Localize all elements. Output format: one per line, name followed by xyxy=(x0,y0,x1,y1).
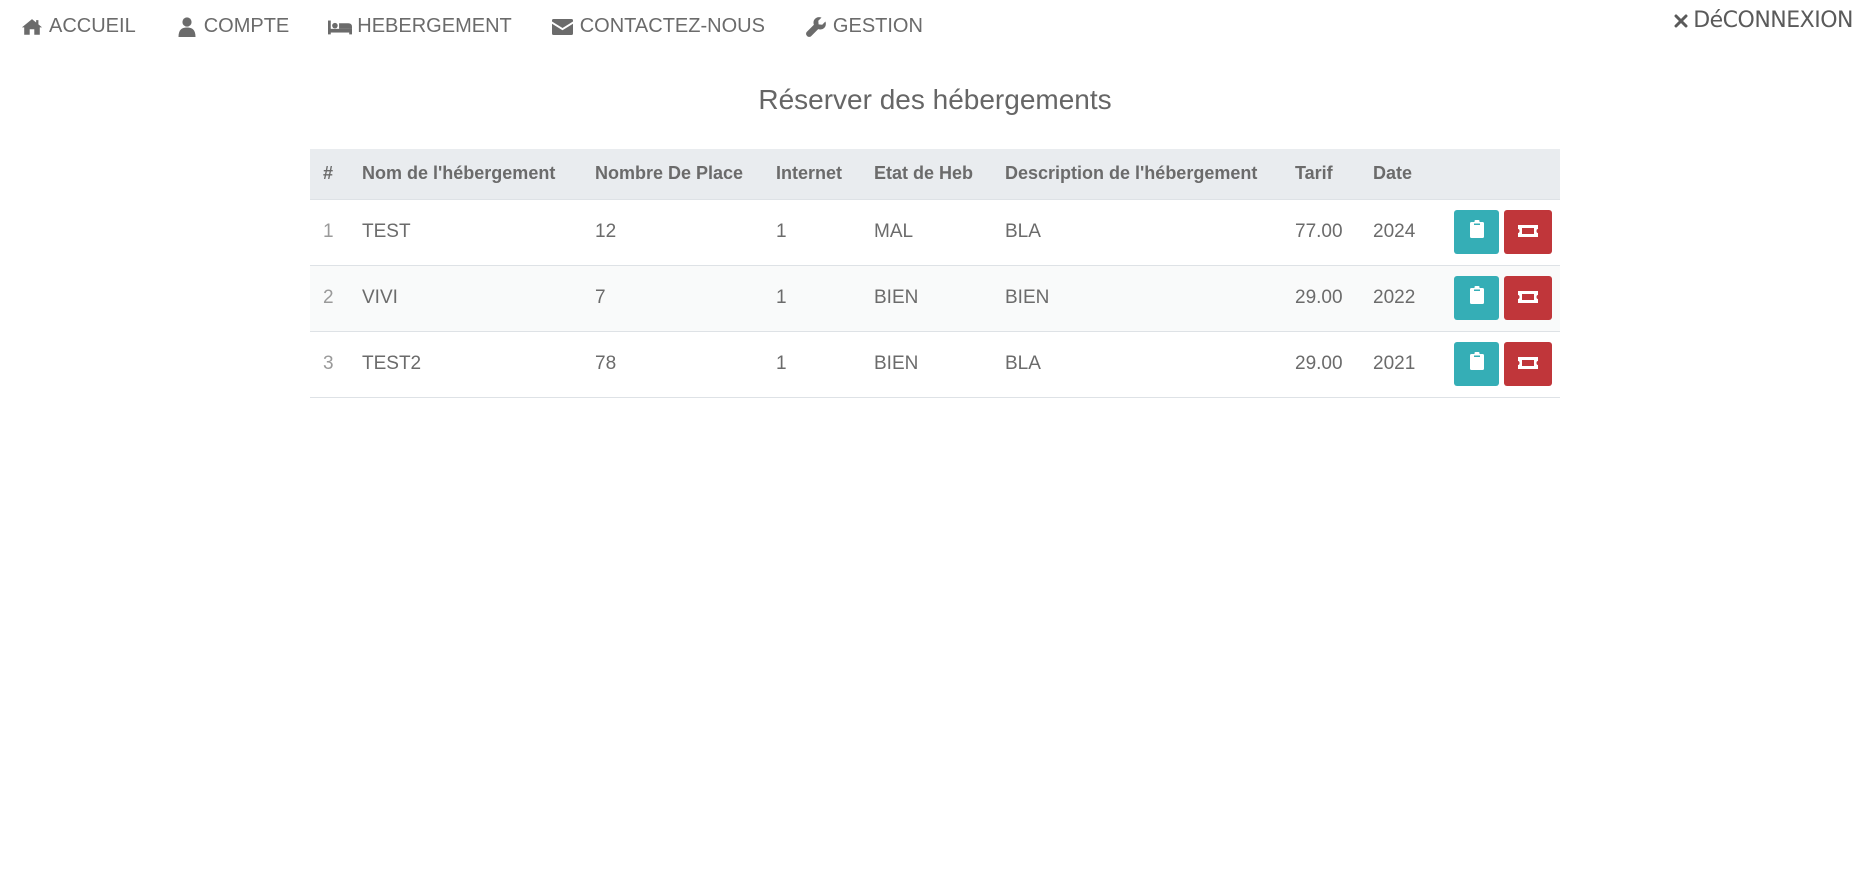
close-icon xyxy=(1672,12,1690,30)
cell-actions xyxy=(1441,331,1560,397)
envelope-icon xyxy=(551,17,575,37)
cell-date: 2022 xyxy=(1373,287,1416,308)
clipboard-icon xyxy=(1469,286,1484,310)
cell-number: 3 xyxy=(323,353,334,374)
column-header-number: # xyxy=(310,149,349,200)
logout-label: DéCONNEXION xyxy=(1693,8,1853,33)
book-button[interactable] xyxy=(1454,210,1499,254)
column-header-internet: Internet xyxy=(763,149,861,200)
nav-item-label: ACCUEIL xyxy=(49,15,136,37)
cell-date: 2024 xyxy=(1373,221,1416,242)
logout-button[interactable]: DéCONNEXION xyxy=(1672,8,1853,33)
nav-item-label: COMPTE xyxy=(203,15,290,37)
column-header-date: Date xyxy=(1360,149,1441,200)
wrench-icon xyxy=(804,16,828,37)
cell-places: 12 xyxy=(595,221,617,242)
cell-number: 1 xyxy=(323,221,334,242)
table-row: 2 VIVI 7 1 BIEN BIEN 29.00 2022 xyxy=(310,265,1560,331)
cell-number: 2 xyxy=(323,287,334,308)
nav-item-accueil[interactable]: ACCUEIL xyxy=(20,15,136,38)
cell-etat: BIEN xyxy=(874,353,919,374)
table-header: # Nom de l'hébergement Nombre De Place I… xyxy=(310,149,1560,200)
top-navigation: ACCUEIL COMPTE HEBERGEMENT CONTACTEZ-NOU… xyxy=(0,0,1870,58)
nav-item-label: GESTION xyxy=(832,15,923,37)
home-icon xyxy=(20,17,44,37)
row-actions xyxy=(1454,342,1560,386)
table-body: 1 TEST 12 1 MAL BLA 77.00 2024 2 VIVI 7 … xyxy=(310,199,1560,397)
cell-name: TEST2 xyxy=(362,353,422,374)
nav-item-label: HEBERGEMENT xyxy=(357,15,512,37)
page-title: Réserver des hébergements xyxy=(758,84,1112,115)
cell-description: BLA xyxy=(1005,353,1041,374)
table-header-row: # Nom de l'hébergement Nombre De Place I… xyxy=(310,149,1560,200)
column-header-places: Nombre De Place xyxy=(582,149,763,200)
nav-item-label: CONTACTEZ-NOUS xyxy=(579,15,765,37)
cell-date: 2021 xyxy=(1373,353,1416,374)
cell-internet: 1 xyxy=(776,287,787,308)
table-row: 1 TEST 12 1 MAL BLA 77.00 2024 xyxy=(310,199,1560,265)
nav-item-gestion[interactable]: GESTION xyxy=(804,15,923,38)
book-button[interactable] xyxy=(1454,342,1499,386)
ticket-icon xyxy=(1518,221,1538,243)
ticket-icon xyxy=(1518,287,1538,309)
bed-icon xyxy=(328,17,353,37)
cell-internet: 1 xyxy=(776,353,787,374)
ticket-icon xyxy=(1518,353,1538,375)
cell-places: 78 xyxy=(595,353,617,374)
cell-places: 7 xyxy=(595,287,606,308)
cell-etat: BIEN xyxy=(874,287,919,308)
column-header-name: Nom de l'hébergement xyxy=(349,149,582,200)
nav-item-compte[interactable]: COMPTE xyxy=(175,15,290,38)
clipboard-icon xyxy=(1469,220,1484,244)
cell-description: BIEN xyxy=(1005,287,1050,308)
cell-actions xyxy=(1441,199,1560,265)
nav-item-contactez-nous[interactable]: CONTACTEZ-NOUS xyxy=(551,15,765,38)
clipboard-icon xyxy=(1469,352,1484,376)
cell-tarif: 77.00 xyxy=(1295,221,1343,242)
cell-name: TEST xyxy=(362,221,411,242)
cancel-button[interactable] xyxy=(1504,342,1552,386)
cell-internet: 1 xyxy=(776,221,787,242)
accommodations-table-container: # Nom de l'hébergement Nombre De Place I… xyxy=(310,149,1560,398)
cell-description: BLA xyxy=(1005,221,1041,242)
column-header-etat: Etat de Heb xyxy=(861,149,992,200)
cell-tarif: 29.00 xyxy=(1295,353,1343,374)
nav-item-hebergement[interactable]: HEBERGEMENT xyxy=(328,15,512,38)
nav-list: ACCUEIL COMPTE HEBERGEMENT CONTACTEZ-NOU… xyxy=(20,15,962,38)
cell-tarif: 29.00 xyxy=(1295,287,1343,308)
cell-etat: MAL xyxy=(874,221,914,242)
cell-actions xyxy=(1441,265,1560,331)
cancel-button[interactable] xyxy=(1504,276,1552,320)
cell-name: VIVI xyxy=(362,287,398,308)
accommodations-table: # Nom de l'hébergement Nombre De Place I… xyxy=(310,149,1560,398)
row-actions xyxy=(1454,210,1560,254)
book-button[interactable] xyxy=(1454,276,1499,320)
column-header-description: Description de l'hébergement xyxy=(992,149,1282,200)
row-actions xyxy=(1454,276,1560,320)
user-icon xyxy=(175,16,199,37)
column-header-tarif: Tarif xyxy=(1282,149,1360,200)
table-row: 3 TEST2 78 1 BIEN BLA 29.00 2021 xyxy=(310,331,1560,397)
column-header-actions xyxy=(1441,149,1560,200)
cancel-button[interactable] xyxy=(1504,210,1552,254)
